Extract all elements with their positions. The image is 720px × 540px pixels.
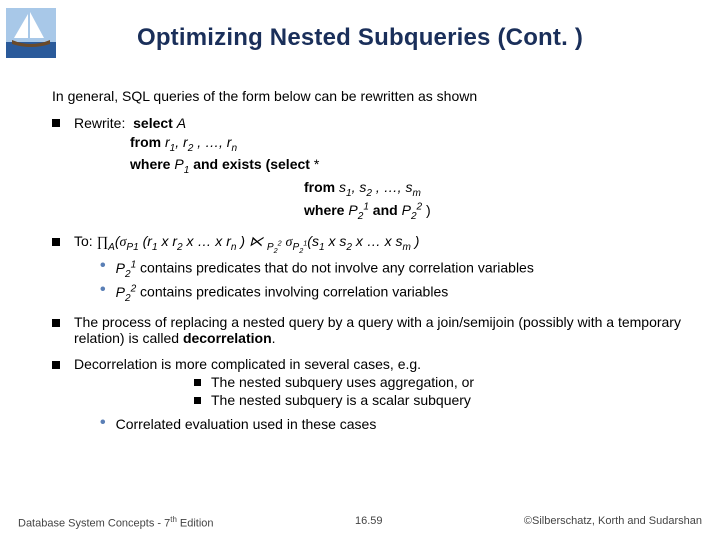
- decorrelation-term: decorrelation: [183, 330, 272, 346]
- kw-where: where: [130, 156, 174, 172]
- correlated-text: Correlated evaluation used in these case…: [116, 416, 377, 432]
- square-bullet-icon: [194, 379, 201, 386]
- decor-intro: Decorrelation is more complicated in sev…: [74, 356, 688, 372]
- slide-content: In general, SQL queries of the form belo…: [52, 88, 688, 442]
- footer-right: ©Silberschatz, Korth and Sudarshan: [524, 515, 702, 530]
- sub-correlated: • Correlated evaluation used in these ca…: [100, 416, 688, 432]
- rel-rn: , …, rn: [193, 134, 237, 150]
- rel-r2: , r2: [175, 134, 193, 150]
- kw-where2: where: [304, 202, 348, 218]
- bullet-to: To: ∏A(σP1 (r1 x r2 x … x rn ) ⋉ P22 σP2…: [52, 233, 688, 304]
- lbl-P21: P21: [116, 260, 137, 276]
- bullet-process: The process of replacing a nested query …: [52, 314, 688, 346]
- ra-expression: ∏A(σP1 (r1 x r2 x … x rn ) ⋉ P22 σP21(s1…: [97, 233, 420, 249]
- kw-exists: and exists (select: [189, 156, 314, 172]
- process-text: The process of replacing a nested query …: [74, 314, 681, 346]
- kw-from: from: [130, 134, 165, 150]
- sailboat-logo: [6, 8, 56, 58]
- bullet-rewrite: Rewrite: select A from r1, r2 , …, rn wh…: [52, 114, 688, 223]
- to-label: To:: [74, 233, 93, 249]
- footer-left: Database System Concepts - 7th Edition: [18, 515, 214, 530]
- nested-scalar-text: The nested subquery is a scalar subquery: [211, 392, 471, 408]
- dot-bullet-icon: •: [100, 259, 106, 273]
- nested-agg: The nested subquery uses aggregation, or: [194, 374, 688, 390]
- star: *: [314, 156, 319, 172]
- kw-select: select: [133, 115, 177, 131]
- dot-bullet-icon: •: [100, 283, 106, 297]
- square-bullet-icon: [194, 397, 201, 404]
- p21-text: contains predicates that do not involve …: [136, 260, 534, 276]
- rel-sm: , …, sm: [372, 179, 421, 195]
- period: .: [272, 330, 276, 346]
- square-bullet-icon: [52, 119, 60, 127]
- kw-from2: from: [304, 179, 339, 195]
- rel-s2: , s2: [352, 179, 372, 195]
- square-bullet-icon: [52, 238, 60, 246]
- var-A: A: [177, 115, 186, 131]
- kw-and: and: [369, 202, 402, 218]
- sub-p21: • P21 contains predicates that do not in…: [100, 259, 688, 279]
- rel-r1: r1: [165, 134, 175, 150]
- pred-P22: P22: [402, 202, 423, 218]
- lbl-P22: P22: [116, 284, 137, 300]
- square-bullet-icon: [52, 319, 60, 327]
- slide-footer: Database System Concepts - 7th Edition 1…: [0, 515, 720, 530]
- bullet-decor: Decorrelation is more complicated in sev…: [52, 356, 688, 432]
- pred-P1: P1: [174, 156, 189, 172]
- nested-agg-text: The nested subquery uses aggregation, or: [211, 374, 474, 390]
- nested-scalar: The nested subquery is a scalar subquery: [194, 392, 688, 408]
- rewrite-label: Rewrite:: [74, 115, 125, 131]
- close-paren: ): [422, 202, 431, 218]
- sub-p22: • P22 contains predicates involving corr…: [100, 283, 688, 303]
- p22-text: contains predicates involving correlatio…: [136, 284, 448, 300]
- rel-s1: s1: [339, 179, 352, 195]
- footer-mid: 16.59: [355, 515, 383, 530]
- intro-text: In general, SQL queries of the form belo…: [52, 88, 688, 104]
- square-bullet-icon: [52, 361, 60, 369]
- pred-P21: P21: [348, 202, 369, 218]
- dot-bullet-icon: •: [100, 416, 106, 430]
- slide-title: Optimizing Nested Subqueries (Cont. ): [0, 0, 720, 52]
